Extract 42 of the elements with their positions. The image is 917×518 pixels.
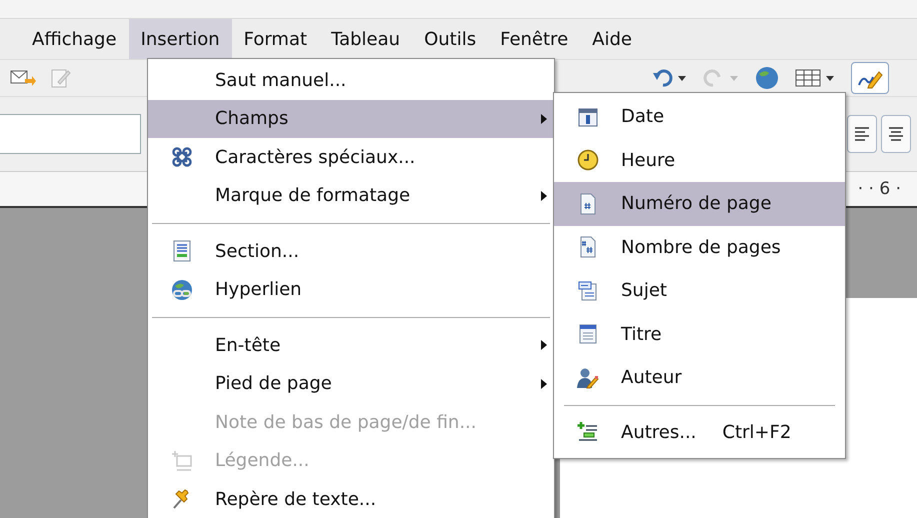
menu-title[interactable]: Fenêtre — [488, 19, 580, 59]
menu-title[interactable]: Outils — [412, 19, 488, 59]
menu-item[interactable]: Saut manuel... — [148, 61, 554, 100]
clock-icon — [576, 149, 598, 172]
subject-icon — [576, 280, 598, 302]
calendar-icon — [576, 106, 598, 128]
ruler-label: · · 6 · — [858, 179, 901, 199]
style-field[interactable] — [0, 114, 141, 154]
envelope-icon — [10, 69, 36, 87]
draw-functions-button[interactable] — [851, 62, 889, 94]
menu-item[interactable]: Auteur — [554, 356, 845, 400]
align-center-button[interactable] — [881, 115, 911, 153]
align-left-icon — [854, 127, 870, 141]
undo-icon[interactable] — [651, 67, 687, 89]
menu-title[interactable]: Insertion — [128, 19, 232, 59]
menu-title[interactable]: Tableau — [319, 19, 412, 59]
menu-item[interactable]: Numéro de page — [554, 182, 845, 226]
menu-item[interactable]: Repère de texte... — [148, 480, 554, 518]
menu-item[interactable]: Section... — [148, 232, 554, 270]
menu-item[interactable]: Sujet — [554, 269, 845, 312]
command-icon — [170, 146, 192, 168]
menu-item[interactable]: Champs — [148, 100, 554, 138]
person-pencil-icon — [576, 366, 598, 389]
edit-icon — [50, 67, 72, 89]
title-icon — [576, 323, 598, 346]
menu-item[interactable]: Caractères spéciaux... — [148, 138, 554, 176]
menu-item[interactable]: Date — [554, 95, 845, 138]
align-left-button[interactable] — [847, 115, 877, 153]
menu-title[interactable]: Aide — [580, 19, 644, 59]
section-icon — [170, 240, 192, 262]
list-add-icon — [576, 421, 598, 444]
caption-frame-icon — [170, 450, 192, 472]
globe-icon[interactable] — [755, 66, 779, 90]
menu-title[interactable]: Affichage — [20, 19, 129, 59]
align-center-icon — [888, 127, 904, 141]
menu-title[interactable]: Format — [232, 19, 320, 59]
globe-link-icon — [170, 278, 192, 301]
menu-item[interactable]: Autres... Ctrl+F2 — [554, 410, 845, 454]
menu-item[interactable]: Nombre de pages — [554, 226, 845, 269]
menu-item[interactable]: Heure — [554, 138, 845, 182]
table-icon[interactable] — [795, 67, 835, 89]
menu-item[interactable]: Titre — [554, 312, 845, 356]
